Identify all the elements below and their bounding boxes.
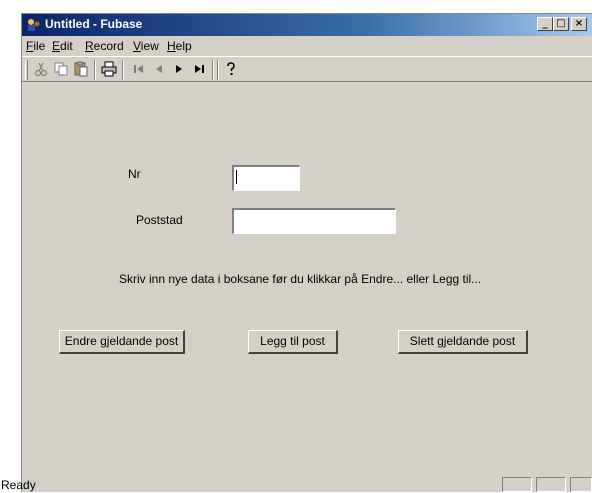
toolbar-separator bbox=[122, 60, 124, 80]
edit-record-button[interactable]: Endre gjeldande post bbox=[59, 330, 185, 354]
next-record-icon[interactable] bbox=[170, 60, 188, 78]
close-button[interactable]: × bbox=[571, 17, 587, 31]
close-icon: × bbox=[574, 18, 584, 29]
app-icon bbox=[28, 19, 40, 31]
window-title: Untitled - Fubase bbox=[45, 17, 143, 31]
menu-file[interactable]: File bbox=[26, 39, 45, 53]
menu-record[interactable]: Record bbox=[85, 39, 124, 53]
instruction-text: Skriv inn nye data i boksane før du klik… bbox=[119, 272, 482, 286]
copy-icon[interactable] bbox=[52, 60, 70, 78]
toolbar-separator bbox=[217, 60, 219, 80]
paste-icon[interactable] bbox=[72, 60, 90, 78]
nr-label: Nr bbox=[128, 167, 141, 181]
print-icon[interactable] bbox=[100, 60, 118, 78]
previous-record-icon[interactable] bbox=[150, 60, 168, 78]
desktop-edge bbox=[0, 0, 21, 492]
status-pane bbox=[502, 477, 532, 492]
poststad-label: Poststad bbox=[136, 213, 183, 227]
add-record-button[interactable]: Legg til post bbox=[248, 330, 338, 354]
poststad-field[interactable] bbox=[232, 208, 396, 234]
text-caret bbox=[236, 170, 237, 184]
form-area: Nr Poststad Skriv inn nye data i boksane… bbox=[22, 82, 592, 472]
title-bar[interactable]: Untitled - Fubase _ □ × bbox=[22, 14, 592, 36]
cut-icon[interactable] bbox=[32, 60, 50, 78]
menu-edit[interactable]: Edit bbox=[52, 39, 73, 53]
status-bar: Ready bbox=[1, 476, 592, 493]
toolbar-separator bbox=[212, 60, 214, 80]
menu-help[interactable]: Help bbox=[167, 39, 192, 53]
nr-field[interactable] bbox=[232, 165, 300, 191]
minimize-icon: _ bbox=[542, 18, 548, 29]
status-text: Ready bbox=[1, 478, 36, 492]
minimize-button[interactable]: _ bbox=[537, 17, 553, 31]
app-window: Untitled - Fubase _ □ × File Edit Record… bbox=[1, 13, 592, 493]
maximize-button[interactable]: □ bbox=[553, 17, 569, 31]
size-grip-icon[interactable] bbox=[570, 477, 592, 492]
help-icon[interactable] bbox=[222, 60, 240, 78]
toolbar-grip[interactable] bbox=[25, 60, 28, 80]
toolbar bbox=[22, 56, 592, 82]
menu-bar: File Edit Record View Help bbox=[22, 36, 592, 56]
status-pane bbox=[536, 477, 566, 492]
first-record-icon[interactable] bbox=[130, 60, 148, 78]
menu-view[interactable]: View bbox=[133, 39, 159, 53]
toolbar-separator bbox=[94, 60, 96, 80]
maximize-icon: □ bbox=[556, 18, 566, 29]
delete-record-button[interactable]: Slett gjeldande post bbox=[398, 330, 528, 354]
last-record-icon[interactable] bbox=[190, 60, 208, 78]
